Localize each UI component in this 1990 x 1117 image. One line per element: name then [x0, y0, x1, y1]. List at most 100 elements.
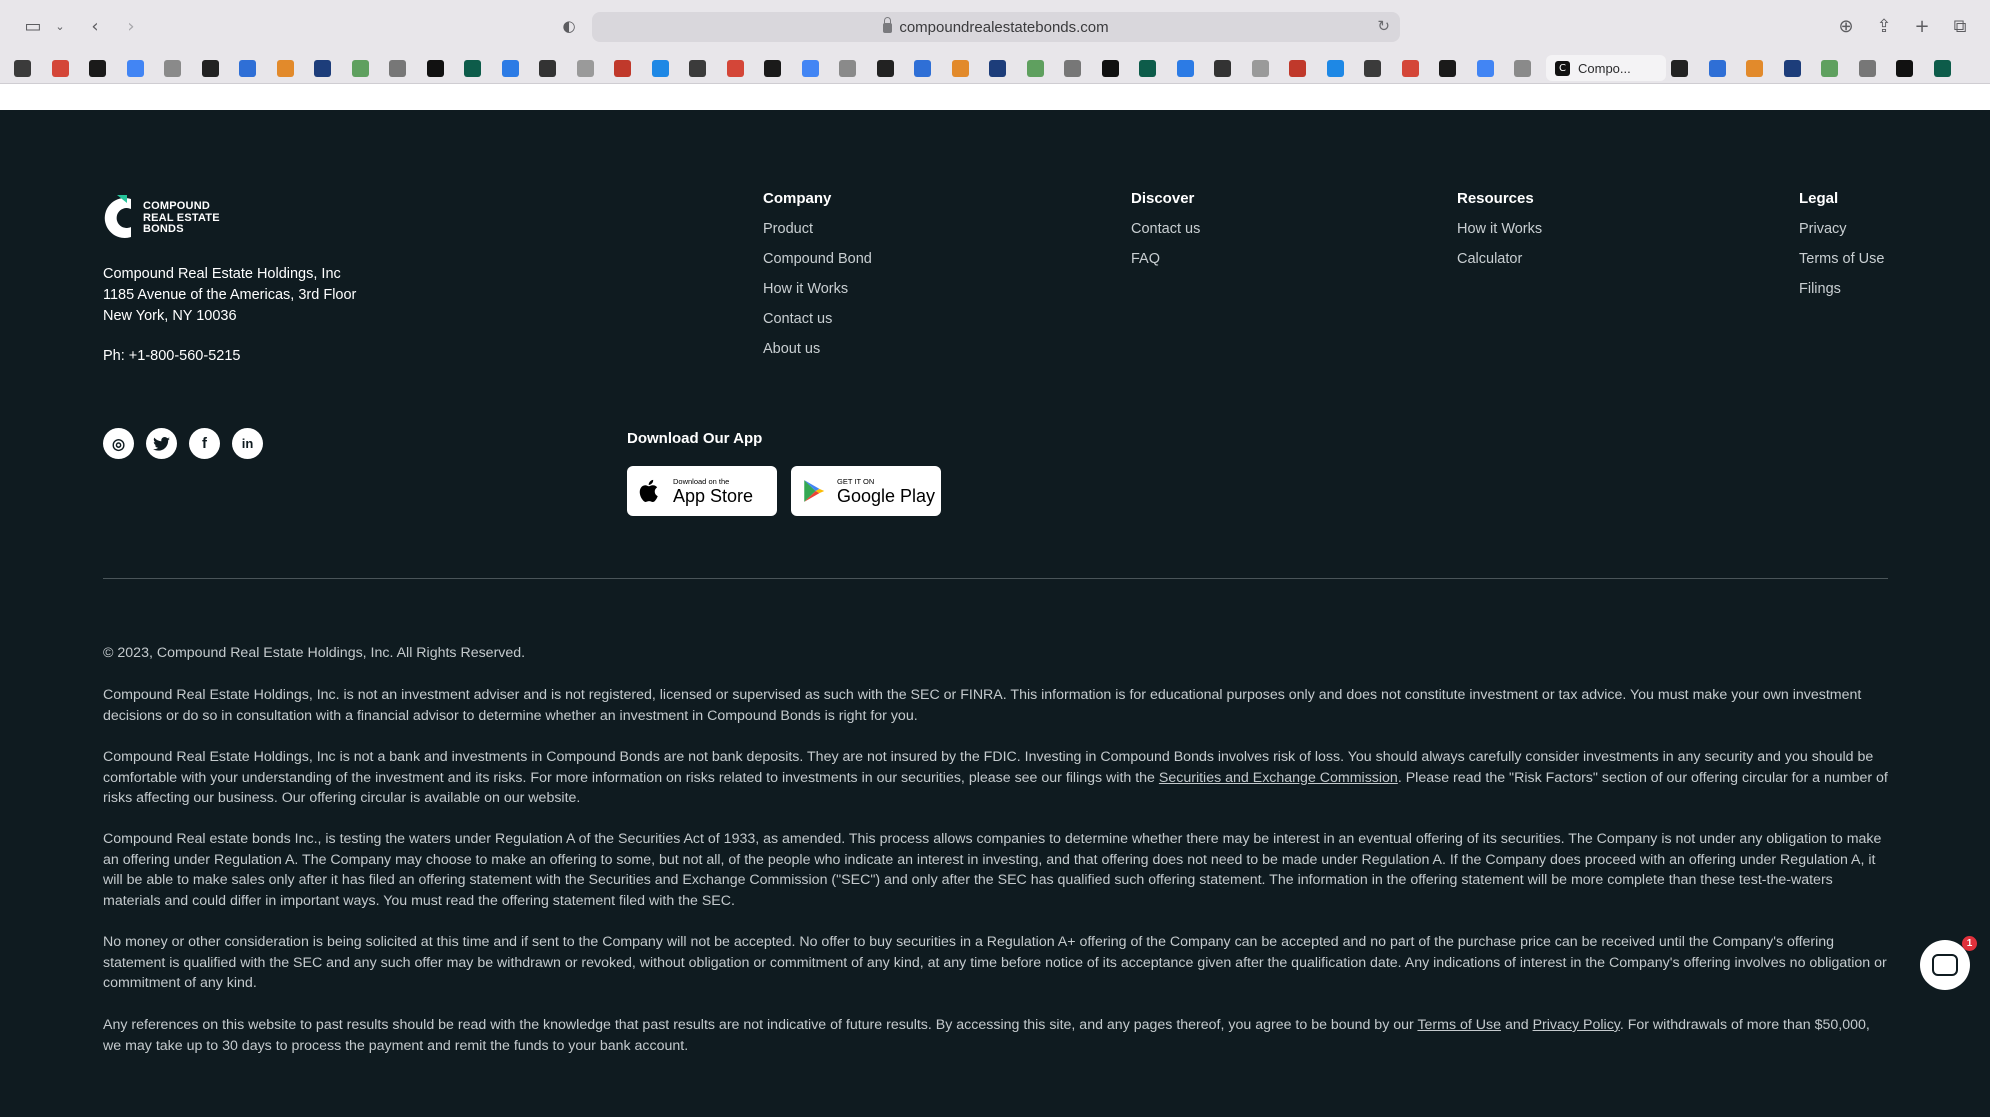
- bookmark-favicon-icon[interactable]: [314, 60, 331, 77]
- bookmark-favicon-icon[interactable]: [164, 60, 181, 77]
- link-product[interactable]: Product: [763, 219, 872, 249]
- address-company: Compound Real Estate Holdings, Inc: [103, 266, 341, 282]
- downloads-icon[interactable]: ⊕: [1834, 12, 1858, 40]
- bookmark-favicon-icon[interactable]: [1402, 60, 1419, 77]
- bookmark-favicon-icon[interactable]: [14, 60, 31, 77]
- reload-icon[interactable]: ↻: [1377, 17, 1390, 35]
- disclaimer-investment-adviser: Compound Real Estate Holdings, Inc. is n…: [103, 687, 1862, 724]
- bookmark-favicon-icon[interactable]: [52, 60, 69, 77]
- link-filings[interactable]: Filings: [1799, 279, 1884, 309]
- bookmark-favicon-icon[interactable]: [427, 60, 444, 77]
- bookmark-favicon-icon[interactable]: [1896, 60, 1913, 77]
- bookmark-favicon-icon[interactable]: [1859, 60, 1876, 77]
- bookmark-favicon-icon[interactable]: [1784, 60, 1801, 77]
- disclaimer-bank-deposits: Compound Real Estate Holdings, Inc is no…: [103, 749, 1888, 807]
- new-tab-icon[interactable]: +: [1910, 12, 1934, 40]
- bookmark-favicon-icon[interactable]: [352, 60, 369, 77]
- back-button[interactable]: ‹: [84, 12, 106, 40]
- bookmark-favicon-icon[interactable]: [89, 60, 106, 77]
- link-calculator[interactable]: Calculator: [1457, 249, 1542, 279]
- link-how-it-works[interactable]: How it Works: [763, 279, 872, 309]
- google-play-sub: GET IT ON: [837, 476, 875, 486]
- company-phone[interactable]: Ph: +1-800-560-5215: [103, 348, 240, 364]
- bookmark-favicon-icon[interactable]: [1746, 60, 1763, 77]
- bookmark-favicon-icon[interactable]: [539, 60, 556, 77]
- tab-overview-icon[interactable]: ⧉: [1948, 12, 1972, 40]
- bookmark-favicon-icon[interactable]: [1514, 60, 1531, 77]
- bookmark-favicon-icon[interactable]: [1139, 60, 1156, 77]
- bookmark-favicon-icon[interactable]: [239, 60, 256, 77]
- terms-of-use-link[interactable]: Terms of Use: [1417, 1017, 1501, 1033]
- link-discover-contact[interactable]: Contact us: [1131, 219, 1200, 249]
- app-store-sub: Download on the: [673, 476, 730, 486]
- footer-col-resources: Resources How it Works Calculator: [1457, 190, 1542, 279]
- bookmark-favicon-icon[interactable]: [652, 60, 669, 77]
- bookmark-favicon-icon[interactable]: [389, 60, 406, 77]
- link-contact-us[interactable]: Contact us: [763, 309, 872, 339]
- address-city: New York, NY 10036: [103, 308, 237, 324]
- link-compound-bond[interactable]: Compound Bond: [763, 249, 872, 279]
- bookmark-favicon-icon[interactable]: [1102, 60, 1119, 77]
- bookmark-favicon-icon[interactable]: [277, 60, 294, 77]
- tab-title: Compo...: [1578, 60, 1631, 76]
- forward-button[interactable]: ›: [120, 12, 142, 40]
- bookmark-favicon-icon[interactable]: [1934, 60, 1951, 77]
- bookmark-favicon-icon[interactable]: [952, 60, 969, 77]
- bookmark-favicon-icon[interactable]: [1289, 60, 1306, 77]
- bookmark-favicon-icon[interactable]: [1252, 60, 1269, 77]
- facebook-icon[interactable]: f: [189, 428, 220, 459]
- disclaimer-no-money-solicited: No money or other consideration is being…: [103, 934, 1887, 992]
- bookmark-favicon-icon[interactable]: [1177, 60, 1194, 77]
- bookmark-favicon-icon[interactable]: [877, 60, 894, 77]
- twitter-icon[interactable]: [146, 428, 177, 459]
- share-icon[interactable]: ⇪: [1872, 12, 1896, 40]
- google-play-button[interactable]: GET IT ON Google Play: [791, 466, 941, 516]
- bookmark-favicon-icon[interactable]: [502, 60, 519, 77]
- tab-compound[interactable]: C Compo...: [1546, 55, 1666, 81]
- link-privacy[interactable]: Privacy: [1799, 219, 1884, 249]
- bookmark-favicon-icon[interactable]: [1477, 60, 1494, 77]
- linkedin-icon[interactable]: in: [232, 428, 263, 459]
- link-terms-of-use[interactable]: Terms of Use: [1799, 249, 1884, 279]
- url-text: compoundrealestatebonds.com: [899, 18, 1109, 36]
- bookmark-favicon-icon[interactable]: [689, 60, 706, 77]
- bookmark-favicon-icon[interactable]: [914, 60, 931, 77]
- sidebar-toggle-icon[interactable]: ▭: [20, 12, 46, 40]
- address-bar[interactable]: compoundrealestatebonds.com ↻: [592, 12, 1400, 42]
- bookmark-favicon-icon[interactable]: [727, 60, 744, 77]
- bookmark-favicon-icon[interactable]: [1214, 60, 1231, 77]
- link-faq[interactable]: FAQ: [1131, 249, 1200, 279]
- bookmark-favicon-icon[interactable]: [1327, 60, 1344, 77]
- bookmark-favicon-icon[interactable]: [1671, 60, 1688, 77]
- bookmarks-bar: C Compo...: [0, 52, 1990, 84]
- bookmark-favicon-icon[interactable]: [464, 60, 481, 77]
- link-resources-how-it-works[interactable]: How it Works: [1457, 219, 1542, 249]
- bookmark-favicon-icon[interactable]: [614, 60, 631, 77]
- instagram-icon[interactable]: ◎: [103, 428, 134, 459]
- bookmark-favicon-icon[interactable]: [1064, 60, 1081, 77]
- disclaimer-regulation-a: Compound Real estate bonds Inc., is test…: [103, 831, 1882, 910]
- bookmark-favicon-icon[interactable]: [764, 60, 781, 77]
- link-about-us[interactable]: About us: [763, 339, 872, 369]
- privacy-policy-link[interactable]: Privacy Policy: [1533, 1017, 1620, 1033]
- bookmark-favicon-icon[interactable]: [1027, 60, 1044, 77]
- col-title-discover: Discover: [1131, 190, 1195, 207]
- compound-logo[interactable]: COMPOUND REAL ESTATE BONDS: [103, 193, 243, 245]
- bookmark-favicon-icon[interactable]: [839, 60, 856, 77]
- shield-icon[interactable]: ◐: [558, 12, 580, 40]
- col-title-legal: Legal: [1799, 190, 1839, 207]
- chevron-down-icon[interactable]: ⌄: [52, 12, 68, 40]
- sec-link[interactable]: Securities and Exchange Commission: [1159, 770, 1398, 786]
- bookmark-favicon-icon[interactable]: [577, 60, 594, 77]
- bookmark-favicon-icon[interactable]: [989, 60, 1006, 77]
- bookmark-favicon-icon[interactable]: [127, 60, 144, 77]
- app-store-button[interactable]: Download on the App Store: [627, 466, 777, 516]
- bookmark-favicon-icon[interactable]: [1821, 60, 1838, 77]
- bookmark-favicon-icon[interactable]: [1364, 60, 1381, 77]
- bookmark-favicon-icon[interactable]: [1709, 60, 1726, 77]
- social-links: ◎ f in: [103, 428, 263, 459]
- google-play-main: Google Play: [837, 485, 936, 506]
- bookmark-favicon-icon[interactable]: [202, 60, 219, 77]
- bookmark-favicon-icon[interactable]: [1439, 60, 1456, 77]
- bookmark-favicon-icon[interactable]: [802, 60, 819, 77]
